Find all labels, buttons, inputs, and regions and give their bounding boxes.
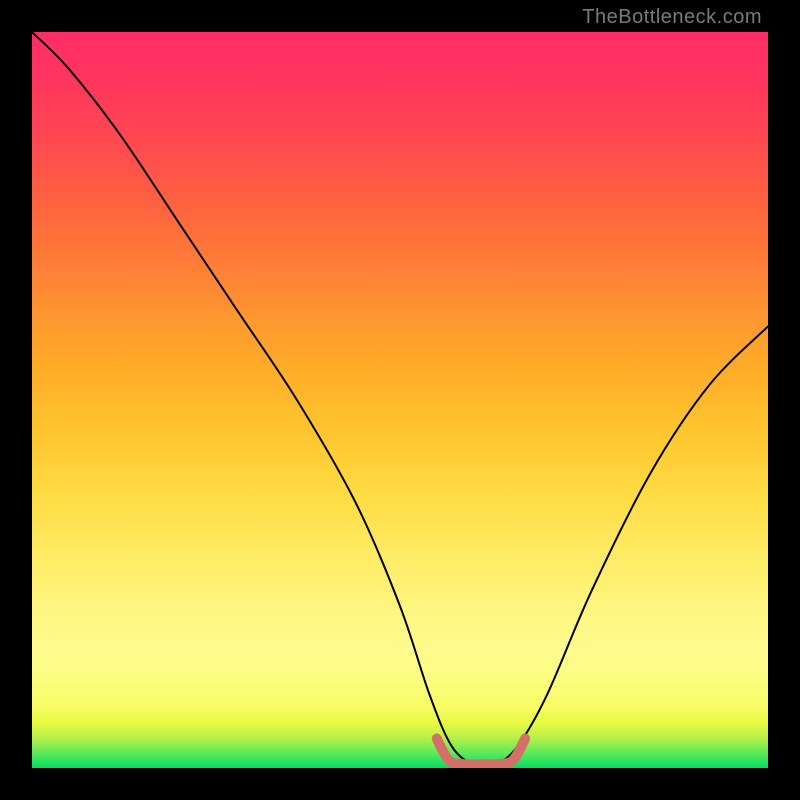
curve-layer xyxy=(32,32,768,768)
chart-container: TheBottleneck.com xyxy=(0,0,800,800)
bottleneck-curve xyxy=(32,32,768,767)
watermark-text: TheBottleneck.com xyxy=(582,6,762,29)
plot-area xyxy=(32,32,768,768)
